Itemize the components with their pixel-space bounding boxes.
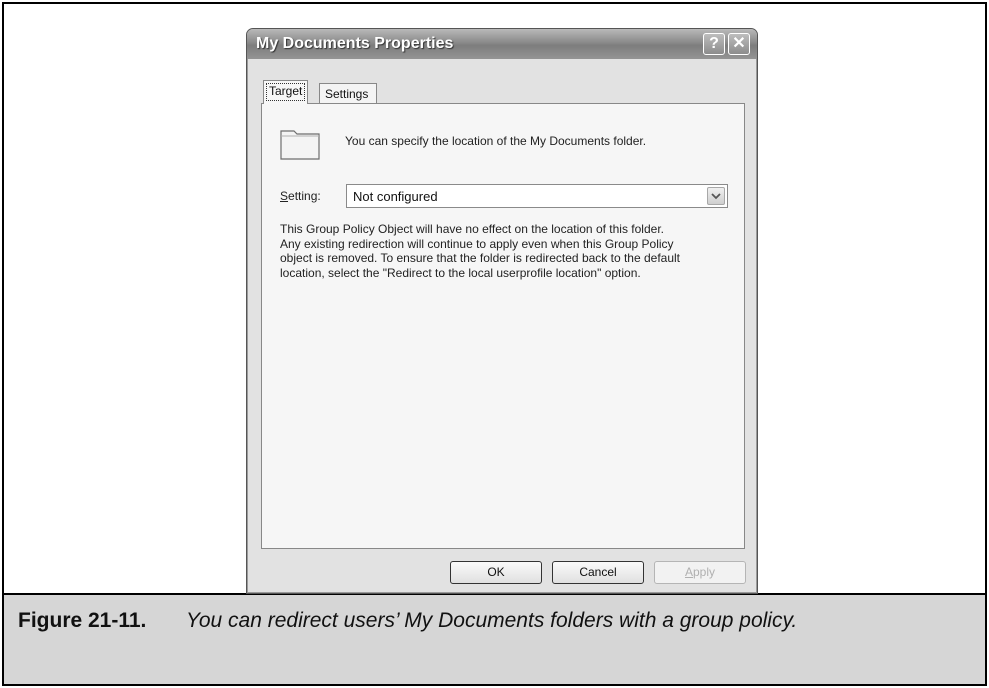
tab-settings[interactable]: Settings: [319, 83, 377, 104]
screenshot-area: My Documents Properties ? ✕ Target Setti…: [4, 4, 985, 595]
dropdown-button[interactable]: [707, 187, 725, 205]
description-line: This Group Policy Object will have no ef…: [280, 222, 664, 236]
close-button[interactable]: ✕: [728, 33, 750, 55]
help-button[interactable]: ?: [703, 33, 725, 55]
policy-description: This Group Policy Object will have no ef…: [280, 222, 740, 280]
info-text: You can specify the location of the My D…: [345, 134, 647, 148]
figure-caption-area: Figure 21-11. You can redirect users’ My …: [4, 595, 985, 684]
cancel-button[interactable]: Cancel: [552, 561, 644, 584]
close-icon: ✕: [732, 35, 746, 52]
apply-label: pply: [693, 565, 716, 579]
setting-value: Not configured: [353, 189, 438, 204]
dialog-title: My Documents Properties: [256, 35, 454, 52]
setting-label: Setting:: [280, 189, 321, 203]
figure-number: Figure 21-11.: [18, 609, 147, 632]
tab-target[interactable]: Target: [263, 80, 309, 104]
properties-dialog: My Documents Properties ? ✕ Target Setti…: [246, 28, 758, 594]
ok-button[interactable]: OK: [450, 561, 542, 584]
figure-frame: My Documents Properties ? ✕ Target Setti…: [2, 2, 987, 686]
setting-label-accelerator: S: [280, 189, 289, 203]
figure-caption: You can redirect users’ My Documents fol…: [186, 609, 798, 632]
caption-line: Figure 21-11. You can redirect users’ My …: [18, 609, 797, 633]
description-line: object is removed. To ensure that the fo…: [280, 251, 681, 265]
apply-accelerator: A: [684, 565, 693, 579]
apply-button[interactable]: Apply: [654, 561, 746, 584]
chevron-down-icon: [711, 193, 721, 200]
title-bar[interactable]: My Documents Properties ? ✕: [247, 29, 757, 59]
description-line: Any existing redirection will continue t…: [280, 236, 674, 251]
description-line: location, select the "Redirect to the lo…: [280, 265, 641, 280]
setting-label-text: etting:: [288, 189, 321, 203]
setting-select[interactable]: Not configured: [346, 184, 728, 208]
tab-panel-target: You can specify the location of the My D…: [261, 103, 745, 549]
help-icon: ?: [709, 35, 719, 52]
folder-icon: [280, 130, 320, 160]
